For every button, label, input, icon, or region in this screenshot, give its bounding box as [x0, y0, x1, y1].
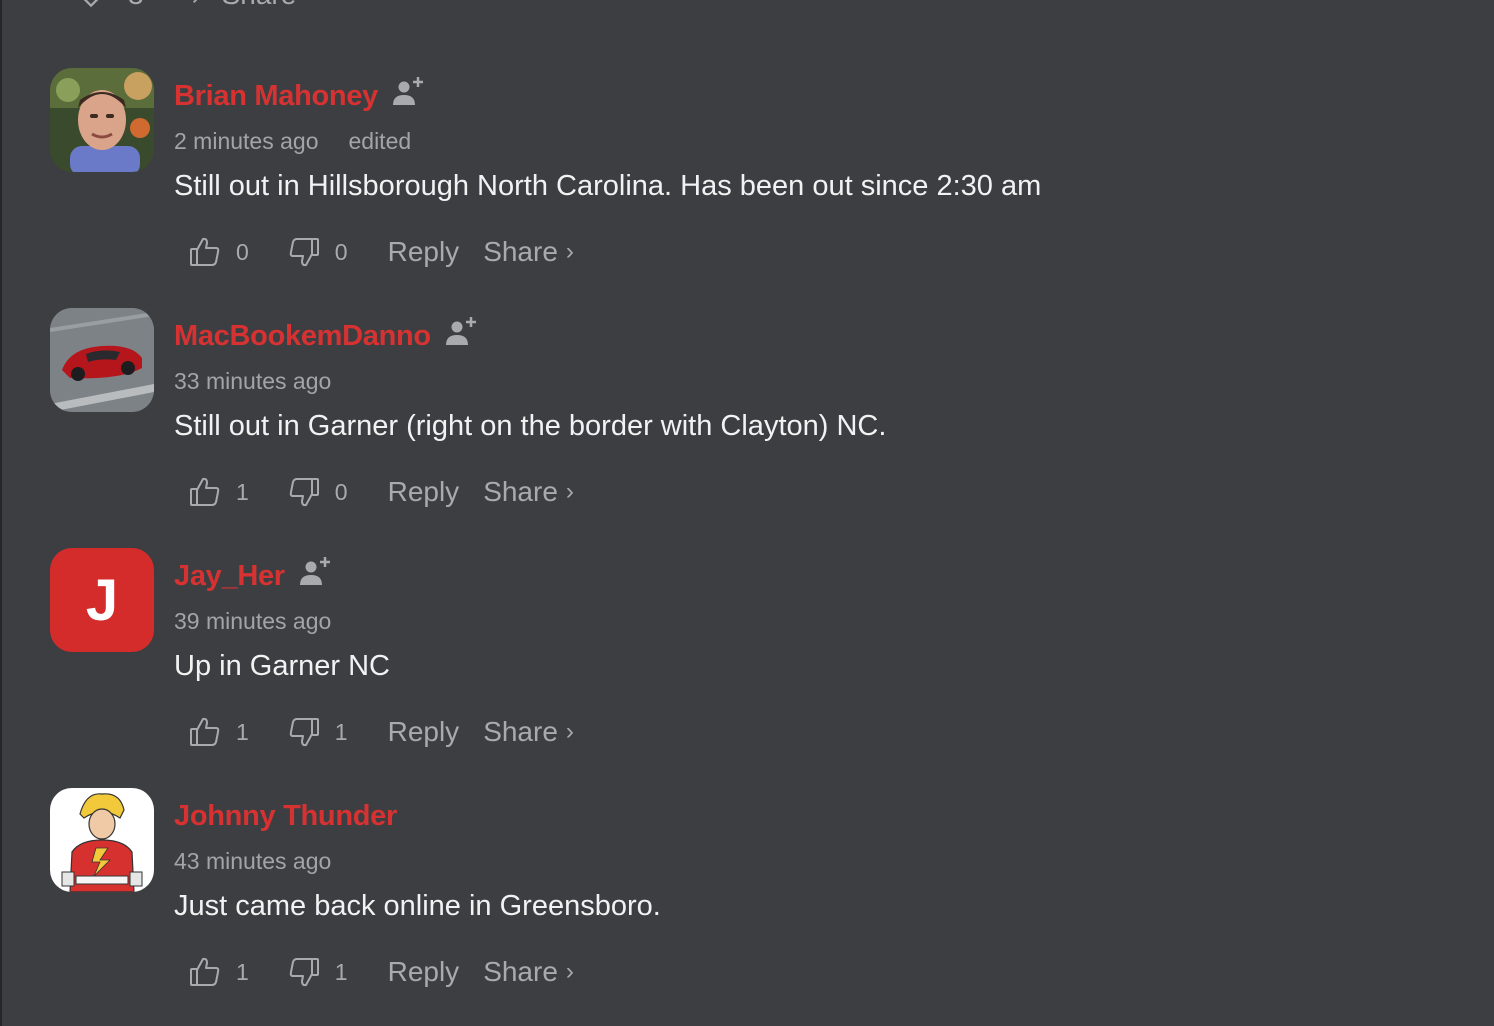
dislike-button[interactable]: 0	[287, 235, 348, 269]
comment-actions: 0 0 Reply Share ›	[188, 232, 574, 272]
comment: MacBookemDanno 33 minutes ago Still out …	[50, 308, 1450, 548]
share-label: Share	[483, 476, 558, 507]
chevron-right-icon: ›	[565, 478, 574, 505]
author-name[interactable]: Brian Mahoney	[174, 80, 378, 113]
avatar[interactable]	[50, 788, 154, 892]
comment-text: Up in Garner NC	[174, 650, 390, 682]
reply-button[interactable]: Reply	[388, 236, 460, 268]
thumbs-down-icon[interactable]	[287, 235, 321, 269]
like-count: 1	[236, 958, 249, 985]
avatar[interactable]	[50, 68, 154, 172]
share-icon[interactable]	[190, 0, 212, 6]
share-button[interactable]: Share ›	[483, 476, 574, 508]
thumbs-up-icon[interactable]	[188, 955, 222, 989]
share-button[interactable]: Share ›	[483, 716, 574, 748]
comment-text: Just came back online in Greensboro.	[174, 890, 661, 922]
timestamp[interactable]: 2 minutes ago	[174, 128, 318, 155]
like-count: 1	[236, 718, 249, 745]
author-row: MacBookemDanno	[174, 316, 479, 356]
like-button[interactable]: 0	[188, 235, 249, 269]
dislike-button[interactable]: 0	[287, 475, 348, 509]
author-row: Brian Mahoney	[174, 76, 426, 116]
thumbs-up-icon[interactable]	[188, 715, 222, 749]
thumbs-up-icon[interactable]	[188, 235, 222, 269]
heart-icon[interactable]	[76, 0, 106, 10]
reply-button[interactable]: Reply	[388, 716, 460, 748]
timestamp[interactable]: 43 minutes ago	[174, 848, 331, 875]
timestamp[interactable]: 33 minutes ago	[174, 368, 331, 395]
author-row: Jay_Her	[174, 556, 333, 596]
comment-actions: 1 1 Reply Share ›	[188, 712, 574, 752]
author-name[interactable]: Johnny Thunder	[174, 800, 397, 833]
previous-like-count: 3	[128, 0, 144, 11]
follow-user-icon[interactable]	[443, 314, 479, 350]
author-row: Johnny Thunder	[174, 796, 397, 836]
previous-share-link[interactable]: Share	[222, 0, 297, 11]
share-label: Share	[483, 716, 558, 747]
like-count: 1	[236, 478, 249, 505]
dislike-count: 1	[334, 718, 348, 745]
like-button[interactable]: 1	[188, 955, 249, 989]
comment-actions: 1 1 Reply Share ›	[188, 952, 574, 992]
reply-button[interactable]: Reply	[388, 476, 460, 508]
comment: Johnny Thunder 43 minutes ago Just came …	[50, 788, 1450, 1026]
comment: Brian Mahoney 2 minutes ago edited Still…	[50, 68, 1450, 308]
share-label: Share	[483, 236, 558, 267]
like-count: 0	[236, 238, 249, 265]
author-name[interactable]: MacBookemDanno	[174, 320, 431, 353]
comment-actions: 1 0 Reply Share ›	[188, 472, 574, 512]
comment: J Jay_Her 39 minutes ago Up in Garner NC…	[50, 548, 1450, 788]
dislike-count: 0	[334, 478, 348, 505]
dislike-count: 0	[334, 238, 348, 265]
avatar[interactable]: J	[50, 548, 154, 652]
comment-text: Still out in Garner (right on the border…	[174, 410, 887, 442]
previous-comment-actions: 3 Share	[76, 0, 296, 12]
like-button[interactable]: 1	[188, 715, 249, 749]
like-button[interactable]: 1	[188, 475, 249, 509]
comment-meta: 33 minutes ago	[174, 366, 331, 396]
chevron-right-icon: ›	[565, 238, 574, 265]
comment-meta: 43 minutes ago	[174, 846, 331, 876]
dislike-button[interactable]: 1	[287, 715, 348, 749]
chevron-right-icon: ›	[565, 718, 574, 745]
dislike-button[interactable]: 1	[287, 955, 348, 989]
reply-button[interactable]: Reply	[388, 956, 460, 988]
comment-meta: 39 minutes ago	[174, 606, 331, 636]
share-button[interactable]: Share ›	[483, 236, 574, 268]
left-border	[0, 0, 2, 1026]
comments-page: 3 Share Brian Mahoney	[0, 0, 1494, 1026]
comment-meta: 2 minutes ago edited	[174, 126, 411, 156]
share-button[interactable]: Share ›	[483, 956, 574, 988]
share-label: Share	[483, 956, 558, 987]
follow-user-icon[interactable]	[390, 74, 426, 110]
edited-label: edited	[348, 127, 412, 154]
follow-user-icon[interactable]	[297, 554, 333, 590]
avatar[interactable]	[50, 308, 154, 412]
timestamp[interactable]: 39 minutes ago	[174, 608, 331, 635]
comment-text: Still out in Hillsborough North Carolina…	[174, 170, 1042, 202]
author-name[interactable]: Jay_Her	[174, 560, 285, 593]
thumbs-down-icon[interactable]	[287, 475, 321, 509]
thumbs-down-icon[interactable]	[287, 715, 321, 749]
avatar-letter: J	[50, 548, 154, 652]
dislike-count: 1	[334, 958, 348, 985]
chevron-right-icon: ›	[565, 958, 574, 985]
thumbs-up-icon[interactable]	[188, 475, 222, 509]
thumbs-down-icon[interactable]	[287, 955, 321, 989]
